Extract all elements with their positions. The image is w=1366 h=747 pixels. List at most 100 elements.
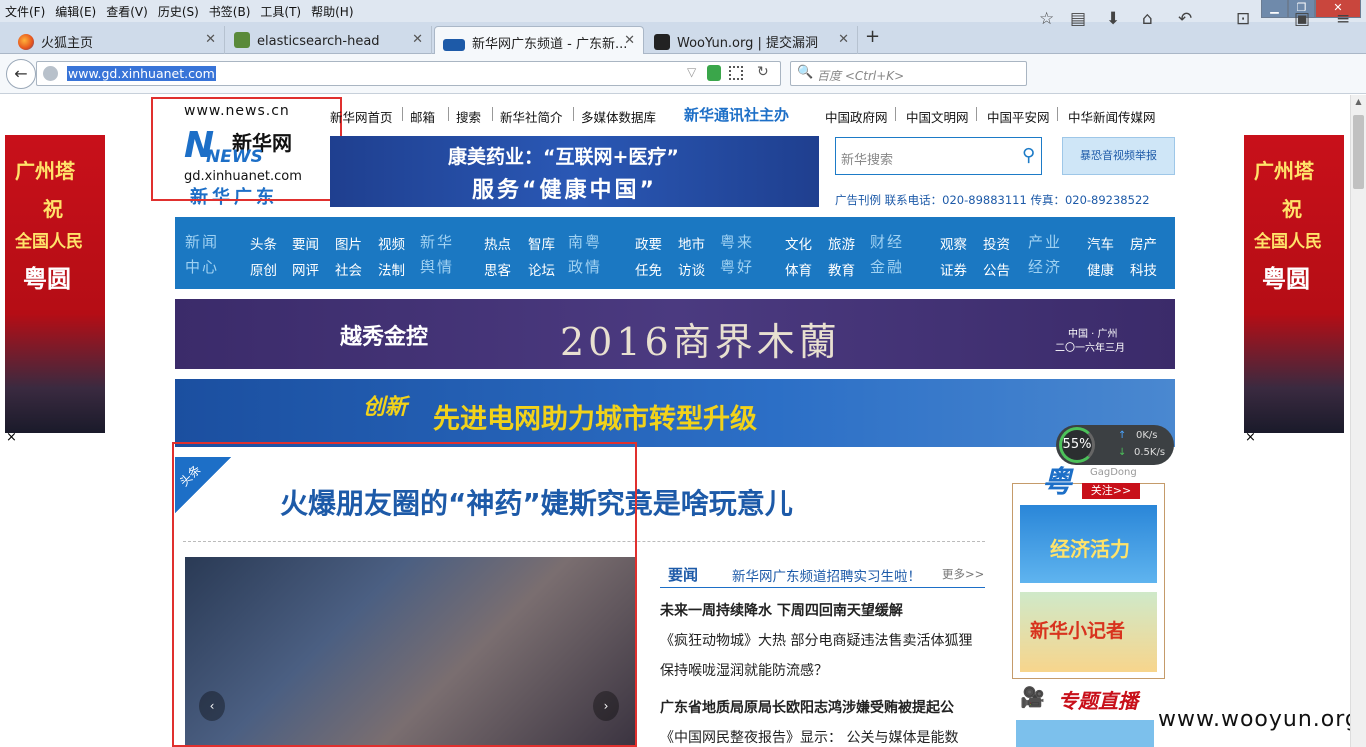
banner-mulan[interactable]: 越秀金控 2016商界木蘭 中国 · 广州 二〇一六年三月 [175, 299, 1175, 369]
menu-file[interactable]: 文件(F) [0, 0, 50, 23]
nav-tiyu[interactable]: 体育 [785, 259, 812, 279]
undo-icon[interactable]: ↶ [1178, 9, 1192, 29]
nav-lvyou[interactable]: 旅游 [828, 233, 855, 253]
nav-gov[interactable]: 中国政府网 [825, 107, 888, 126]
more-link[interactable]: 更多>> [942, 566, 984, 582]
nav-touzi[interactable]: 投资 [983, 233, 1010, 253]
close-tab-icon[interactable]: ✕ [838, 32, 849, 47]
news-item[interactable]: 广东省地质局原局长欧阳志鸿涉嫌受贿被提起公 [660, 697, 954, 717]
news-item[interactable]: 未来一周持续降水 下周四回南天望缓解 [660, 600, 903, 620]
tab-news[interactable]: 要闻 [668, 564, 698, 585]
qr-code-icon[interactable] [729, 66, 743, 80]
menu-edit[interactable]: 编辑(E) [50, 0, 101, 23]
new-tab-button[interactable]: + [865, 26, 880, 47]
reload-icon[interactable]: ↻ [757, 64, 769, 80]
tab-xinhuanet[interactable]: 新华网广东频道 - 广东新... ✕ [434, 26, 644, 54]
menu-history[interactable]: 历史(S) [153, 0, 204, 23]
reader-icon[interactable]: ▣ [1294, 9, 1310, 29]
nav-home[interactable]: 新华网首页 [330, 107, 393, 126]
nav-wangping[interactable]: 网评 [292, 259, 319, 279]
dropdown-icon[interactable]: ▽ [687, 65, 696, 79]
follow-button[interactable]: 关注>> [1082, 483, 1140, 499]
upload-speed: 0K/s [1136, 430, 1158, 441]
close-tab-icon[interactable]: ✕ [412, 32, 423, 47]
tab-recruit-link[interactable]: 新华网广东频道招聘实习生啦！ [732, 565, 921, 585]
left-side-ad[interactable]: 广州塔 祝 全国人民 粤圆 [5, 135, 105, 433]
url-text[interactable]: www.gd.xinhuanet.com [67, 66, 216, 81]
nav-gonggao[interactable]: 公告 [983, 259, 1010, 279]
nav-tupian[interactable]: 图片 [335, 233, 362, 253]
menu-tools[interactable]: 工具(T) [255, 0, 306, 23]
side-ad-economy[interactable]: 经济活力 [1020, 505, 1157, 583]
nav-yaowen[interactable]: 要闻 [292, 233, 319, 253]
nav-about[interactable]: 新华社简介 [500, 107, 563, 126]
nav-peace[interactable]: 中国平安网 [987, 107, 1050, 126]
nav-dishi[interactable]: 地市 [678, 233, 705, 253]
home-icon[interactable]: ⌂ [1142, 9, 1153, 29]
search-icon[interactable]: ⚲ [1022, 145, 1035, 166]
scrollbar[interactable]: ▲ [1350, 95, 1366, 747]
nav-shipin[interactable]: 视频 [378, 233, 405, 253]
side-ad-reporter[interactable]: 新华小记者 [1020, 592, 1157, 672]
nav-toutiao[interactable]: 头条 [250, 233, 277, 253]
banner-power-grid[interactable]: 创新 先进电网助力城市转型升级 [175, 379, 1175, 447]
scroll-up-icon[interactable]: ▲ [1353, 97, 1364, 109]
bookmarks-list-icon[interactable]: ▤ [1070, 9, 1086, 29]
tab-elasticsearch[interactable]: elasticsearch-head ✕ [226, 26, 432, 54]
nav-wenhua[interactable]: 文化 [785, 233, 812, 253]
site-search-input[interactable]: 新华搜索 ⚲ [835, 137, 1042, 175]
nav-qiche[interactable]: 汽车 [1087, 233, 1114, 253]
nav-zhengyao[interactable]: 政要 [635, 233, 662, 253]
scrollbar-thumb[interactable] [1353, 115, 1364, 189]
nav-luntan[interactable]: 论坛 [528, 259, 555, 279]
shield-icon[interactable] [707, 65, 721, 81]
nav-yuanchuang[interactable]: 原创 [250, 259, 277, 279]
nav-zhiku[interactable]: 智库 [528, 233, 555, 253]
bookmark-star-icon[interactable]: ☆ [1039, 9, 1054, 29]
nav-shehui[interactable]: 社会 [335, 259, 362, 279]
side-topic-banner[interactable] [1016, 720, 1154, 747]
nav-fangtan[interactable]: 访谈 [678, 259, 705, 279]
nav-redian[interactable]: 热点 [484, 233, 511, 253]
menu-bookmarks[interactable]: 书签(B) [204, 0, 256, 23]
nav-mail[interactable]: 邮箱 [410, 107, 435, 126]
ad-banner-kangmei[interactable]: 康美药业：“互联网+医疗” 服务“健康中国” [330, 136, 819, 207]
nav-media-db[interactable]: 多媒体数据库 [581, 107, 656, 126]
menu-view[interactable]: 查看(V) [101, 0, 153, 23]
nav-zhengquan[interactable]: 证券 [940, 259, 967, 279]
nav-civil[interactable]: 中国文明网 [906, 107, 969, 126]
download-icon[interactable]: ⬇ [1106, 9, 1120, 29]
watermark: www.wooyun.org [1158, 707, 1350, 732]
report-button[interactable]: 暴恐音视频举报 [1062, 137, 1175, 175]
url-bar[interactable]: www.gd.xinhuanet.com ▽ ↻ [36, 61, 781, 86]
nav-jiankang[interactable]: 健康 [1087, 259, 1114, 279]
nav-sike[interactable]: 思客 [484, 259, 511, 279]
nav-renmian[interactable]: 任免 [635, 259, 662, 279]
banner-grid-title: 先进电网助力城市转型升级 [433, 404, 757, 435]
nav-fazhi[interactable]: 法制 [378, 259, 405, 279]
back-button[interactable]: ← [6, 59, 36, 89]
nav-jiaoyu[interactable]: 教育 [828, 259, 855, 279]
nav-media[interactable]: 中华新闻传媒网 [1068, 107, 1156, 126]
nav-guancha[interactable]: 观察 [940, 233, 967, 253]
nav-search[interactable]: 搜索 [456, 107, 481, 126]
news-item[interactable]: 保持喉咙湿润就能防流感？ [660, 660, 828, 680]
nav-keji[interactable]: 科技 [1130, 259, 1157, 279]
right-ad-close[interactable]: × [1245, 430, 1256, 445]
tab-wooyun[interactable]: WooYun.org | 提交漏洞 ✕ [646, 26, 858, 54]
tab-firefox-home[interactable]: 火狐主页 ✕ [10, 26, 225, 54]
menu-help[interactable]: 帮助(H) [306, 0, 358, 23]
minimize-button[interactable]: ▁ [1261, 0, 1288, 18]
topic-live[interactable]: 专题直播 [1058, 685, 1138, 714]
right-side-ad[interactable]: 广州塔 祝 全国人民 粤圆 [1244, 135, 1344, 433]
nav-fangchan[interactable]: 房产 [1130, 233, 1157, 253]
close-tab-icon[interactable]: ✕ [624, 33, 635, 48]
menu-icon[interactable]: ≡ [1336, 9, 1350, 29]
search-bar[interactable]: 🔍 百度 <Ctrl+K> [790, 61, 1027, 86]
close-tab-icon[interactable]: ✕ [205, 32, 216, 47]
left-ad-close[interactable]: × [6, 430, 17, 445]
news-item[interactable]: 《疯狂动物城》大热 部分电商疑违法售卖活体狐狸 [660, 630, 972, 650]
network-speed-widget[interactable]: 55% ↑ 0K/s ↓ 0.5K/s [1056, 425, 1174, 465]
crop-icon[interactable]: ⊡ [1236, 9, 1250, 29]
news-item[interactable]: 《中国网民整夜报告》显示： 公关与媒体是能数 [660, 727, 958, 747]
